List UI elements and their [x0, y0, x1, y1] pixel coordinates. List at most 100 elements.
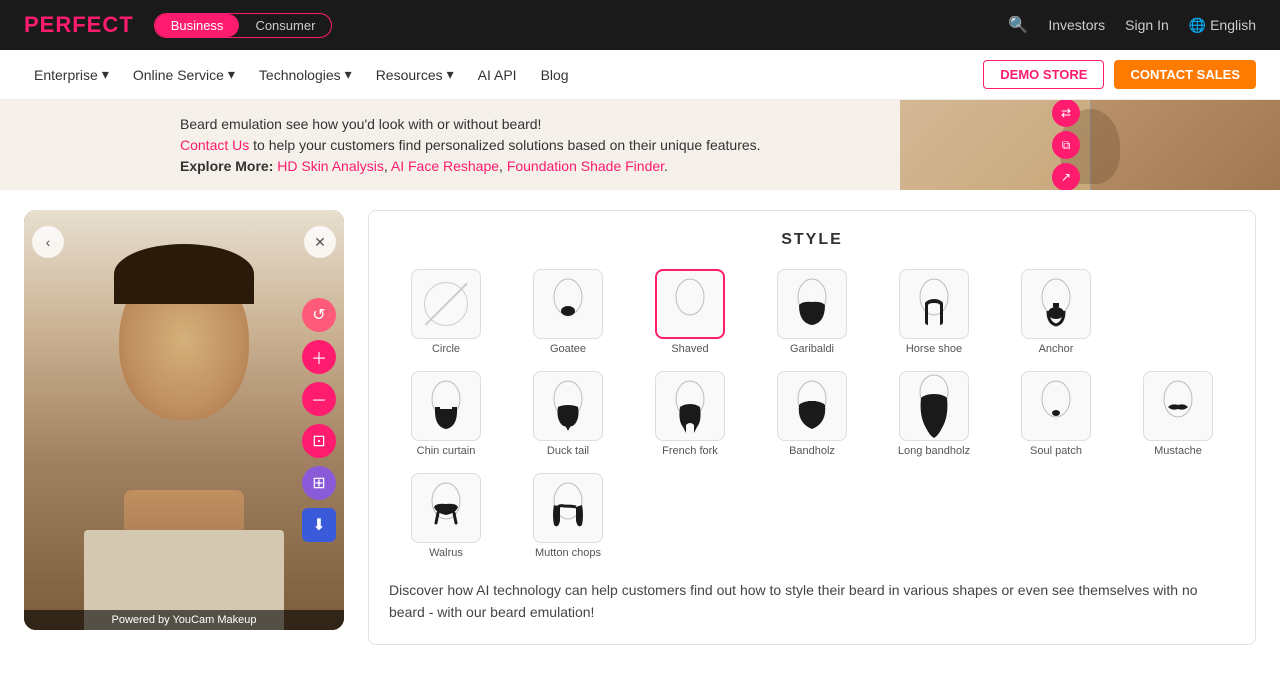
beard-mustache-icon	[1143, 371, 1213, 441]
banner-headline: Beard emulation see how you'd look with …	[180, 116, 541, 132]
zoom-out-button[interactable]: －	[302, 382, 336, 416]
beard-horseshoe-icon	[899, 269, 969, 339]
nav-blog[interactable]: Blog	[531, 61, 579, 89]
beard-duck-tail-label: Duck tail	[547, 445, 589, 457]
style-description: Discover how AI technology can help cust…	[389, 579, 1235, 624]
beard-anchor-label: Anchor	[1039, 343, 1074, 355]
beard-bandholz-label: Bandholz	[789, 445, 835, 457]
search-icon[interactable]: 🔍	[1008, 15, 1028, 35]
grid-button[interactable]: ⊞	[302, 466, 336, 500]
topbar-right: 🔍 Investors Sign In 🌐 English	[1008, 15, 1256, 35]
face-reshape-link[interactable]: AI Face Reshape	[391, 158, 499, 174]
mode-toggle: Business Consumer	[154, 13, 333, 38]
banner-image	[900, 100, 1280, 190]
beard-french-fork[interactable]: French fork	[633, 367, 747, 461]
beard-walrus[interactable]: Walrus	[389, 469, 503, 563]
beard-row-3: Walrus Mutton chops	[389, 469, 1235, 563]
beard-circle-label: Circle	[432, 343, 460, 355]
contact-us-link[interactable]: Contact Us	[180, 137, 249, 153]
beard-garibaldi-icon	[777, 269, 847, 339]
banner: Beard emulation see how you'd look with …	[0, 100, 1280, 190]
compare-icon[interactable]: ⧉	[1052, 131, 1080, 159]
beard-shaved[interactable]: Shaved	[633, 265, 747, 359]
reset-button[interactable]: ↺	[302, 298, 336, 332]
crop-button[interactable]: ⊡	[302, 424, 336, 458]
style-panel: STYLE Circle Goatee	[368, 210, 1256, 645]
beard-anchor-icon	[1021, 269, 1091, 339]
download-button[interactable]: ⬇	[302, 508, 336, 542]
nav-ai-api[interactable]: AI API	[468, 61, 527, 89]
beard-soul-patch[interactable]: Soul patch	[999, 367, 1113, 461]
beard-chin-curtain[interactable]: Chin curtain	[389, 367, 503, 461]
chevron-down-icon: ▾	[447, 66, 454, 83]
beard-empty-3	[755, 469, 869, 563]
share-icon[interactable]: ⇄	[1052, 100, 1080, 127]
nav-resources[interactable]: Resources ▾	[366, 60, 464, 89]
language-selector[interactable]: 🌐 English	[1189, 17, 1256, 34]
navbar: Enterprise ▾ Online Service ▾ Technologi…	[0, 50, 1280, 100]
beard-duck-tail[interactable]: Duck tail	[511, 367, 625, 461]
nav-online-service[interactable]: Online Service ▾	[123, 60, 245, 89]
nav-enterprise[interactable]: Enterprise ▾	[24, 60, 119, 89]
export-icon[interactable]: ↗	[1052, 163, 1080, 190]
beard-empty-5	[999, 469, 1113, 563]
banner-description: to help your customers find personalized…	[249, 137, 760, 153]
beard-empty-4	[877, 469, 991, 563]
beard-mutton-chops-label: Mutton chops	[535, 547, 601, 559]
duck-tail-svg	[544, 377, 592, 435]
beard-circle[interactable]: Circle	[389, 265, 503, 359]
beard-shaved-icon	[655, 269, 725, 339]
beard-shaved-label: Shaved	[671, 343, 708, 355]
photo-nav: ‹ ✕	[24, 218, 344, 266]
shaved-svg	[666, 275, 714, 333]
beard-row-2: Chin curtain Duck tail	[389, 367, 1235, 461]
close-photo-button[interactable]: ✕	[304, 226, 336, 258]
beard-anchor[interactable]: Anchor	[999, 265, 1113, 359]
beard-long-bandholz[interactable]: Long bandholz	[877, 367, 991, 461]
soul-patch-svg	[1032, 377, 1080, 435]
zoom-in-button[interactable]: ＋	[302, 340, 336, 374]
beard-duck-tail-icon	[533, 371, 603, 441]
beard-mustache[interactable]: Mustache	[1121, 367, 1235, 461]
beard-horseshoe-label: Horse shoe	[906, 343, 962, 355]
hd-skin-link[interactable]: HD Skin Analysis	[277, 158, 384, 174]
chevron-down-icon: ▾	[102, 66, 109, 83]
nav-technologies[interactable]: Technologies ▾	[249, 60, 362, 89]
mustache-svg	[1154, 377, 1202, 435]
beard-mutton-chops[interactable]: Mutton chops	[511, 469, 625, 563]
beard-soul-patch-label: Soul patch	[1030, 445, 1082, 457]
contact-sales-button[interactable]: CONTACT SALES	[1114, 60, 1256, 89]
bandholz-svg	[788, 377, 836, 435]
photo-controls: ↺ ＋ － ⊡ ⊞ ⬇	[302, 298, 336, 542]
goatee-svg	[544, 275, 592, 333]
beard-circle-icon	[411, 269, 481, 339]
chin-curtain-svg	[422, 377, 470, 435]
chevron-down-icon: ▾	[345, 66, 352, 83]
topbar: PERFECT Business Consumer 🔍 Investors Si…	[0, 0, 1280, 50]
demo-store-button[interactable]: DEMO STORE	[983, 60, 1104, 89]
beard-horseshoe[interactable]: Horse shoe	[877, 265, 991, 359]
foundation-link[interactable]: Foundation Shade Finder	[507, 158, 664, 174]
beard-row-1: Circle Goatee	[389, 265, 1235, 359]
beard-garibaldi[interactable]: Garibaldi	[755, 265, 869, 359]
signin-link[interactable]: Sign In	[1125, 17, 1169, 33]
explore-label: Explore More:	[180, 158, 273, 174]
photo-panel: ‹ ✕ ↺ ＋ － ⊡ ⊞ ⬇ Powered by YouCam Makeup	[24, 210, 344, 630]
beard-bandholz[interactable]: Bandholz	[755, 367, 869, 461]
beard-goatee[interactable]: Goatee	[511, 265, 625, 359]
beard-empty-2	[633, 469, 747, 563]
consumer-toggle[interactable]: Consumer	[239, 14, 331, 37]
logo: PERFECT	[24, 12, 134, 38]
photo-footer: Powered by YouCam Makeup	[24, 610, 344, 630]
chevron-down-icon: ▾	[228, 66, 235, 83]
beard-mutton-chops-icon	[533, 473, 603, 543]
garibaldi-svg	[788, 275, 836, 333]
main-content: ‹ ✕ ↺ ＋ － ⊡ ⊞ ⬇ Powered by YouCam Makeup…	[0, 190, 1280, 665]
beard-walrus-icon	[411, 473, 481, 543]
horseshoe-svg	[910, 275, 958, 333]
prev-photo-button[interactable]: ‹	[32, 226, 64, 258]
banner-action-icons: ⇄ ⧉ ↗	[1052, 100, 1080, 190]
investors-link[interactable]: Investors	[1048, 17, 1105, 33]
business-toggle[interactable]: Business	[155, 14, 240, 37]
beard-french-fork-label: French fork	[662, 445, 718, 457]
